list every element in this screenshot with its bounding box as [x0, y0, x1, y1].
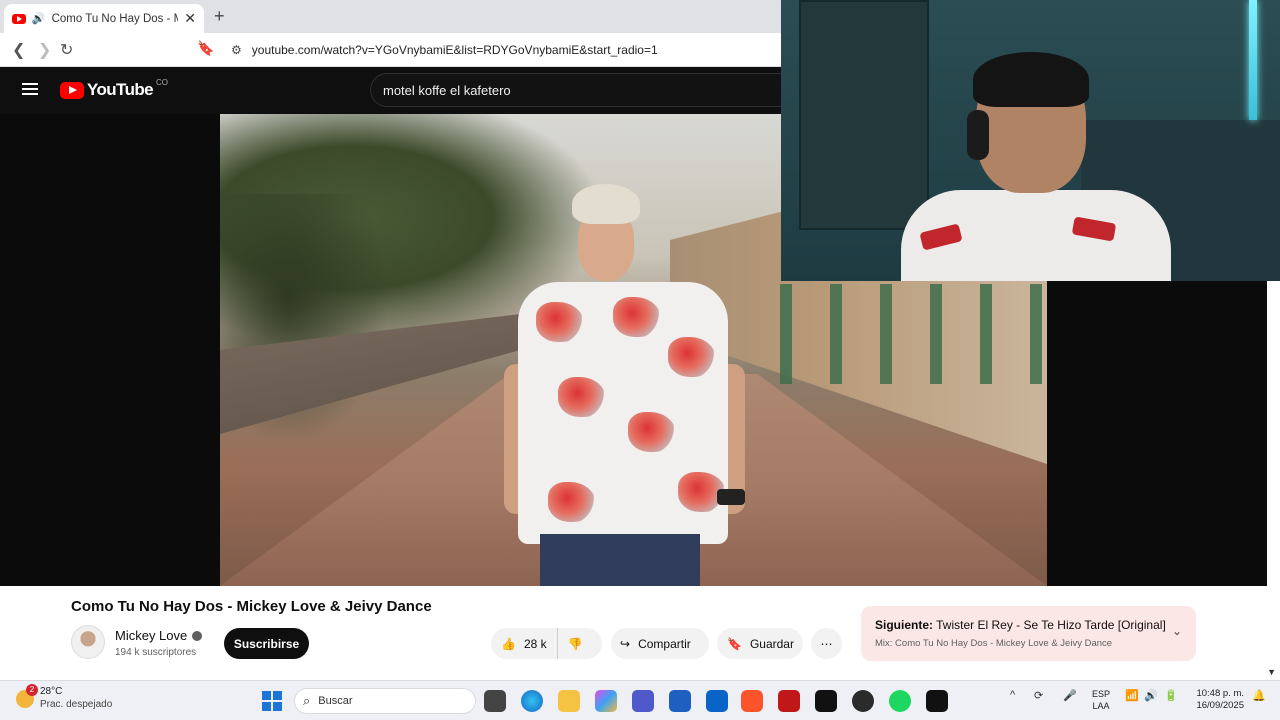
outlook-icon[interactable] [706, 690, 728, 712]
more-icon: ⋯ [820, 636, 833, 651]
epic-games-icon[interactable] [926, 690, 948, 712]
thumbs-up-icon: 👍 [501, 636, 516, 651]
taskbar-search-placeholder: Buscar [318, 695, 353, 707]
obs-icon[interactable] [815, 690, 837, 712]
clock-date: 16/09/2025 [1196, 700, 1244, 711]
youtube-logo[interactable]: YouTube CO [60, 77, 168, 100]
webcam-overlay [781, 0, 1280, 281]
weather-desc: Prac. despejado [40, 699, 113, 710]
youtube-play-icon [60, 81, 84, 99]
subscriber-count: 194 k suscriptores [115, 647, 197, 658]
tab-title: Como Tu No Hay Dos - Mick [51, 12, 179, 25]
mcafee-icon[interactable] [778, 690, 800, 712]
system-clock[interactable]: 10:48 p. m. 16/09/2025 [1186, 688, 1244, 712]
bookmark-save-icon: 🔖 [727, 636, 742, 651]
up-next-card[interactable]: Siguiente: Twister El Rey - Se Te Hizo T… [861, 606, 1196, 661]
channel-name[interactable]: Mickey Love [115, 628, 187, 643]
forward-icon[interactable]: ❯ [38, 40, 51, 60]
clock-time: 10:48 p. m. [1196, 688, 1244, 699]
edge-icon[interactable] [521, 690, 543, 712]
subscribe-button[interactable]: Suscribirse [224, 628, 309, 659]
store-icon[interactable] [669, 690, 691, 712]
dislike-button[interactable]: 👎 [558, 637, 583, 651]
reload-icon[interactable]: ↻ [60, 40, 73, 60]
chevron-down-icon[interactable]: ⌄ [1172, 624, 1182, 638]
address-bar[interactable]: ⚙ youtube.com/watch?v=YGoVnybamiE&list=R… [225, 37, 785, 63]
like-count: 28 k [523, 636, 547, 651]
next-prefix: Siguiente: [875, 618, 934, 632]
youtube-favicon-icon [12, 13, 26, 24]
app-icon[interactable] [852, 690, 874, 712]
weather-widget[interactable]: 2 28°C Prac. despejado [16, 684, 113, 710]
country-code: CO [156, 77, 168, 87]
thumbs-down-icon: 👎 [567, 636, 583, 651]
volume-icon[interactable]: 🔊 [1144, 689, 1158, 702]
url-text: youtube.com/watch?v=YGoVnybamiE&list=RDY… [251, 43, 658, 57]
show-hidden-icons-icon[interactable]: ^ [1010, 689, 1015, 701]
headphones-icon [967, 110, 989, 160]
browser-tab[interactable]: 🔊 Como Tu No Hay Dos - Mick ✕ [4, 4, 204, 33]
windows-taskbar: 2 28°C Prac. despejado ⌕ Buscar ^ ⟳ 🎤 ES… [0, 680, 1280, 720]
spotify-icon[interactable] [889, 690, 911, 712]
bookmark-icon[interactable]: 🔖 [197, 40, 214, 57]
notification-badge: 2 [26, 684, 38, 696]
site-info-icon[interactable]: ⚙ [231, 43, 242, 57]
teams-icon[interactable] [632, 690, 654, 712]
weather-temp: 28°C [40, 686, 63, 697]
sync-icon[interactable]: ⟳ [1034, 689, 1043, 702]
save-button[interactable]: 🔖 Guardar [717, 628, 803, 659]
video-title: Como Tu No Hay Dos - Mickey Love & Jeivy… [71, 598, 432, 615]
search-icon: ⌕ [303, 693, 311, 708]
share-button[interactable]: ↪ Compartir [611, 628, 709, 659]
like-dislike-group: 👍 28 k 👎 [491, 628, 602, 659]
task-view-icon[interactable] [484, 690, 506, 712]
video-person [504, 184, 745, 586]
like-button[interactable]: 👍 28 k [491, 628, 558, 659]
file-explorer-icon[interactable] [558, 690, 580, 712]
audio-playing-icon[interactable]: 🔊 [32, 12, 46, 25]
scroll-down-arrow-icon[interactable]: ▼ [1267, 667, 1276, 677]
wifi-icon[interactable]: 📶 [1125, 689, 1139, 702]
tab-close-icon[interactable]: ✕ [184, 10, 196, 27]
verified-icon [192, 630, 203, 641]
new-tab-button[interactable]: + [214, 6, 225, 27]
search-input[interactable]: motel koffe el kafetero [370, 73, 790, 107]
battery-icon[interactable]: 🔋 [1164, 689, 1178, 702]
copilot-icon[interactable] [595, 690, 617, 712]
start-button[interactable] [262, 691, 282, 711]
weather-icon: 2 [16, 684, 38, 708]
search-query: motel koffe el kafetero [383, 82, 511, 98]
notifications-icon[interactable]: 🔔 [1252, 689, 1266, 702]
brave-browser-icon[interactable] [741, 690, 763, 712]
youtube-logo-text: YouTube [87, 80, 154, 99]
back-icon[interactable]: ❮ [12, 40, 25, 60]
more-actions-button[interactable]: ⋯ [811, 628, 842, 659]
next-mix-label: Mix: Como Tu No Hay Dos - Mickey Love & … [875, 638, 1113, 649]
share-label: Compartir [638, 636, 691, 651]
save-label: Guardar [749, 636, 794, 651]
microphone-icon[interactable]: 🎤 [1063, 689, 1077, 702]
language-indicator[interactable]: ESP LAA [1092, 688, 1110, 712]
channel-avatar[interactable] [71, 625, 105, 659]
share-icon: ↪ [620, 636, 631, 651]
next-title: Twister El Rey - Se Te Hizo Tarde [Origi… [936, 618, 1166, 632]
taskbar-search[interactable]: ⌕ Buscar [294, 688, 476, 714]
menu-icon[interactable] [22, 83, 38, 95]
